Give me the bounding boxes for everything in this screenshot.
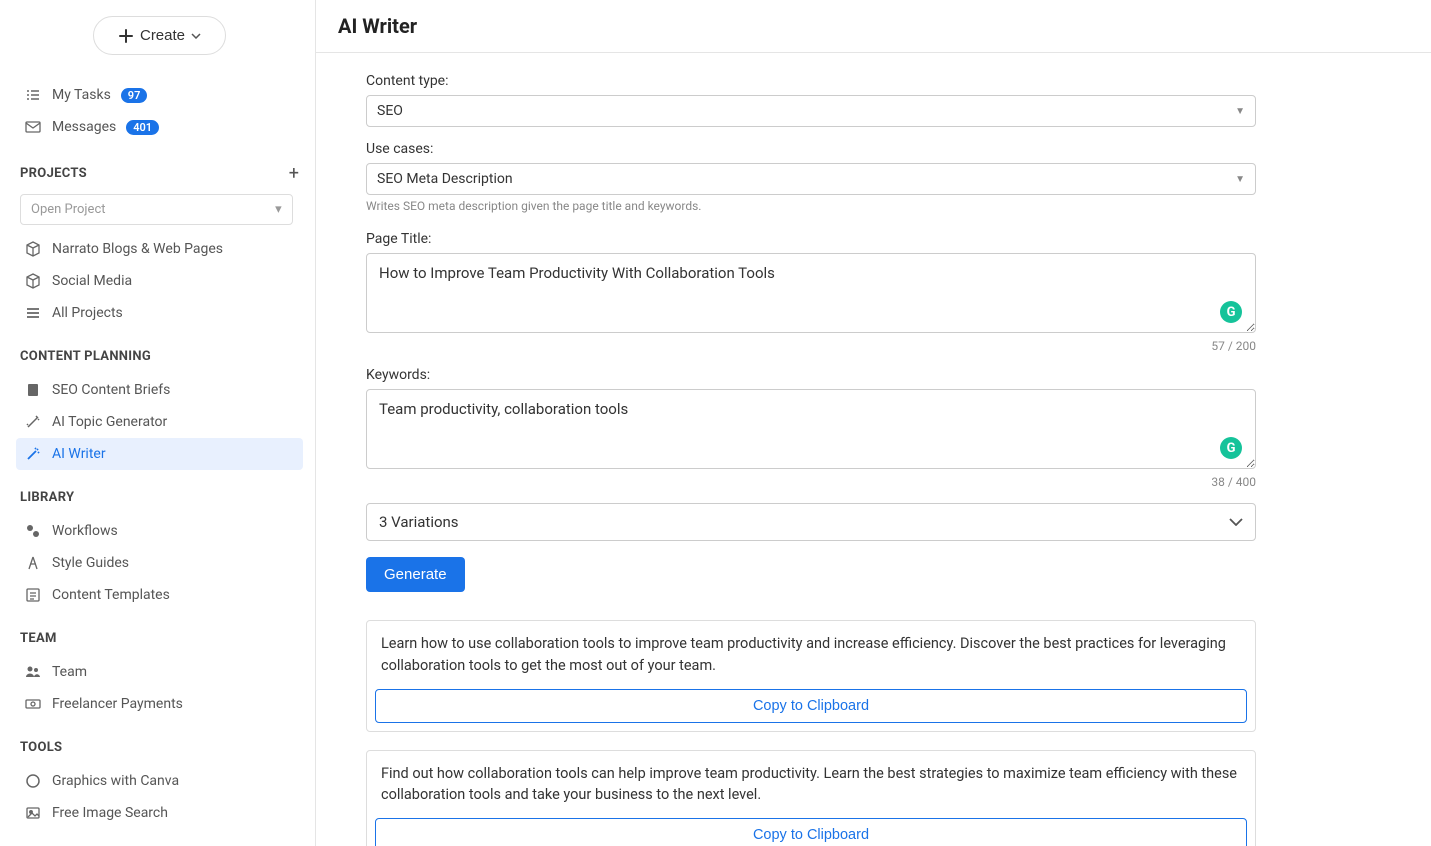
messages-badge: 401	[126, 120, 159, 135]
wand-icon	[24, 414, 42, 430]
content-type-select[interactable]: SEO ▼	[366, 95, 1256, 127]
keywords-label: Keywords:	[366, 367, 1256, 383]
sidebar-label: Free Image Search	[52, 805, 168, 821]
template-icon	[24, 587, 42, 603]
section-title: CONTENT PLANNING	[20, 349, 151, 364]
open-project-select[interactable]: Open Project ▾	[20, 194, 293, 225]
section-header-projects: PROJECTS +	[16, 163, 303, 184]
users-icon	[24, 664, 42, 680]
sidebar-item-my-tasks[interactable]: My Tasks 97	[16, 79, 303, 111]
use-cases-label: Use cases:	[366, 141, 1256, 157]
canva-icon	[24, 773, 42, 789]
variations-value: 3 Variations	[379, 513, 459, 531]
section-header-library: LIBRARY	[16, 490, 303, 505]
sidebar-item-free-image-search[interactable]: Free Image Search	[16, 797, 303, 829]
compass-icon	[24, 555, 42, 571]
sidebar-label: Team	[52, 664, 87, 680]
sidebar-item-freelancer-payments[interactable]: Freelancer Payments	[16, 688, 303, 720]
grammarly-icon[interactable]: G	[1220, 437, 1242, 459]
result-card: Find out how collaboration tools can hel…	[366, 750, 1256, 846]
chevron-down-icon: ▼	[1235, 106, 1245, 117]
sidebar-label: AI Topic Generator	[52, 414, 167, 430]
add-project-icon[interactable]: +	[289, 163, 299, 184]
sidebar-item-seo-briefs[interactable]: SEO Content Briefs	[16, 374, 303, 406]
section-header-content-planning: CONTENT PLANNING	[16, 349, 303, 364]
image-icon	[24, 805, 42, 821]
use-cases-select[interactable]: SEO Meta Description ▼	[366, 163, 1256, 195]
sidebar-item-social-media[interactable]: Social Media	[16, 265, 303, 297]
sidebar-label: Style Guides	[52, 555, 129, 571]
result-text: Learn how to use collaboration tools to …	[367, 621, 1255, 689]
section-header-tools: TOOLS	[16, 740, 303, 755]
chevron-down-icon	[1229, 518, 1243, 526]
page-title-field-label: Page Title:	[366, 231, 1256, 247]
my-tasks-badge: 97	[121, 88, 148, 103]
section-title: PROJECTS	[20, 166, 87, 181]
page-title-counter: 57 / 200	[366, 339, 1256, 353]
open-project-placeholder: Open Project	[31, 202, 106, 217]
keywords-input[interactable]	[366, 389, 1256, 469]
sidebar-label: Workflows	[52, 523, 118, 539]
sidebar-label: Social Media	[52, 273, 132, 289]
sidebar-item-messages[interactable]: Messages 401	[16, 111, 303, 143]
sidebar-label: SEO Content Briefs	[52, 382, 170, 398]
sidebar-item-all-projects[interactable]: All Projects	[16, 297, 303, 329]
chevron-down-icon: ▾	[275, 202, 282, 217]
document-icon	[24, 382, 42, 398]
copy-to-clipboard-button[interactable]: Copy to Clipboard	[375, 818, 1247, 846]
sidebar: Create My Tasks 97 Messages 401 PROJECTS…	[0, 0, 316, 846]
main-content: AI Writer Content type: SEO ▼ Use cases:…	[316, 0, 1431, 846]
cube-icon	[24, 241, 42, 257]
sidebar-item-ai-topic-generator[interactable]: AI Topic Generator	[16, 406, 303, 438]
list-icon	[24, 305, 42, 321]
keywords-counter: 38 / 400	[366, 475, 1256, 489]
copy-to-clipboard-button[interactable]: Copy to Clipboard	[375, 689, 1247, 723]
grammarly-icon[interactable]: G	[1220, 301, 1242, 323]
create-button[interactable]: Create	[93, 16, 226, 55]
sidebar-label: My Tasks	[52, 87, 111, 103]
page-header: AI Writer	[316, 0, 1431, 53]
plus-icon	[118, 28, 134, 44]
page-title-input[interactable]	[366, 253, 1256, 333]
chevron-down-icon: ▼	[1235, 174, 1245, 185]
result-card: Learn how to use collaboration tools to …	[366, 620, 1256, 732]
sidebar-label: Content Templates	[52, 587, 170, 603]
sidebar-item-content-templates[interactable]: Content Templates	[16, 579, 303, 611]
tasks-icon	[24, 87, 42, 103]
result-text: Find out how collaboration tools can hel…	[367, 751, 1255, 819]
section-header-team: TEAM	[16, 631, 303, 646]
magic-icon	[24, 446, 42, 462]
sidebar-item-narrato-blogs[interactable]: Narrato Blogs & Web Pages	[16, 233, 303, 265]
sidebar-label: Messages	[52, 119, 116, 135]
envelope-icon	[24, 119, 42, 135]
use-cases-value: SEO Meta Description	[377, 171, 513, 187]
sidebar-label: Freelancer Payments	[52, 696, 183, 712]
use-cases-helper: Writes SEO meta description given the pa…	[366, 199, 1256, 213]
sidebar-item-ai-writer[interactable]: AI Writer	[16, 438, 303, 470]
section-title: LIBRARY	[20, 490, 74, 505]
cube-icon	[24, 273, 42, 289]
generate-button[interactable]: Generate	[366, 557, 465, 592]
sidebar-label: Narrato Blogs & Web Pages	[52, 241, 223, 257]
section-title: TEAM	[20, 631, 57, 646]
gears-icon	[24, 523, 42, 539]
content-type-label: Content type:	[366, 73, 1256, 89]
create-label: Create	[140, 27, 185, 44]
money-icon	[24, 696, 42, 712]
chevron-down-icon	[191, 33, 201, 39]
sidebar-label: AI Writer	[52, 446, 106, 462]
sidebar-label: Graphics with Canva	[52, 773, 179, 789]
sidebar-item-style-guides[interactable]: Style Guides	[16, 547, 303, 579]
sidebar-item-workflows[interactable]: Workflows	[16, 515, 303, 547]
variations-select[interactable]: 3 Variations	[366, 503, 1256, 541]
sidebar-item-canva[interactable]: Graphics with Canva	[16, 765, 303, 797]
sidebar-item-team[interactable]: Team	[16, 656, 303, 688]
content-type-value: SEO	[377, 103, 403, 119]
sidebar-label: All Projects	[52, 305, 123, 321]
page-title: AI Writer	[338, 14, 1409, 38]
section-title: TOOLS	[20, 740, 62, 755]
